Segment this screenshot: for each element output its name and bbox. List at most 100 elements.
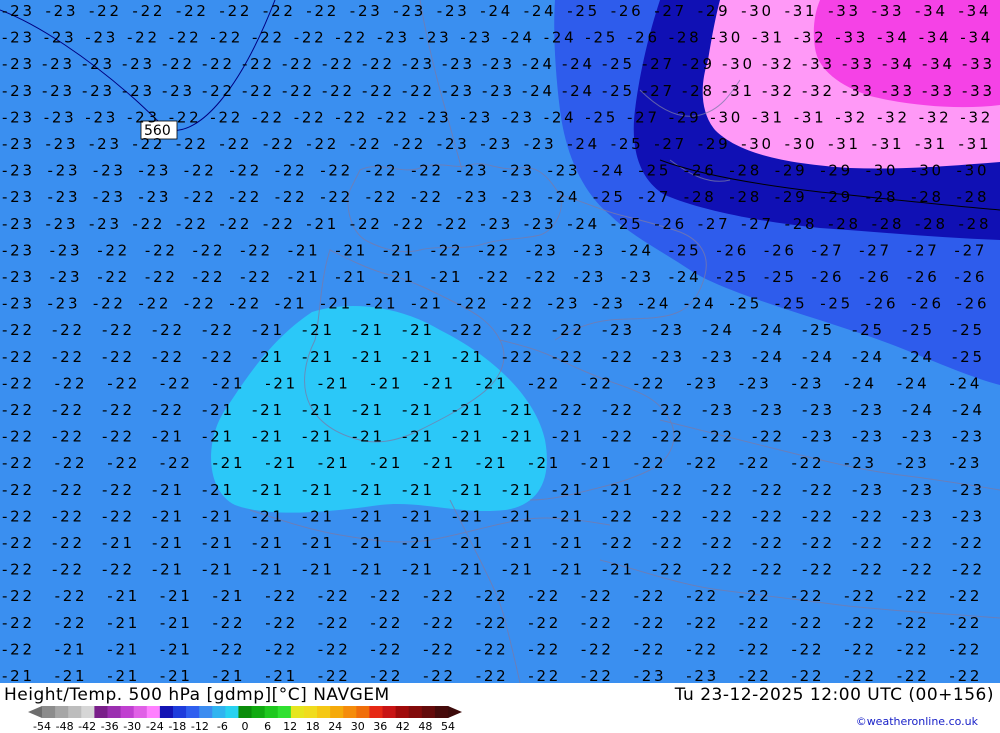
temp-label: -21 [383, 241, 413, 259]
temp-label: -22 [89, 2, 119, 20]
temp-label: -22 [184, 162, 214, 180]
temp-label: -22 [242, 82, 272, 100]
temp-label: -21 [402, 481, 432, 499]
temp-label: -22 [852, 534, 882, 552]
temp-label: -21 [202, 428, 232, 446]
temp-label: -22 [52, 561, 82, 579]
temp-label: -21 [352, 428, 382, 446]
temp-label: -29 [669, 108, 699, 126]
temp-label: -26 [907, 268, 937, 286]
temp-label: -22 [2, 321, 32, 339]
temp-label: -21 [275, 295, 305, 313]
temp-label: -22 [739, 667, 769, 683]
temp-label: -22 [2, 428, 32, 446]
legend-swatch [159, 706, 174, 718]
temp-label: -27 [638, 188, 668, 206]
temp-label: -21 [202, 561, 232, 579]
temp-label: -22 [97, 241, 127, 259]
temp-label: -21 [107, 667, 137, 683]
temp-label: -21 [352, 481, 382, 499]
temp-label: -21 [288, 241, 318, 259]
temp-label: -22 [240, 268, 270, 286]
temp-label: -30 [710, 29, 740, 47]
temp-label: -26 [812, 268, 842, 286]
temp-label: -21 [160, 614, 190, 632]
legend-swatch [251, 706, 266, 718]
temp-label: -22 [107, 374, 137, 392]
temp-label: -22 [335, 29, 365, 47]
temp-label: -34 [959, 2, 989, 20]
temp-label: -22 [792, 454, 822, 472]
temp-label: -22 [752, 507, 782, 525]
temp-label: -22 [210, 108, 240, 126]
temp-label: -25 [593, 188, 623, 206]
temp-label: -21 [402, 428, 432, 446]
temp-label: -29 [698, 2, 728, 20]
temp-label: -22 [229, 295, 259, 313]
temp-label: -25 [669, 241, 699, 259]
credit-link[interactable]: ©weatheronline.co.uk [856, 715, 978, 728]
temp-label: -23 [2, 55, 32, 73]
temp-label: -25 [820, 295, 850, 313]
temp-label: -21 [318, 454, 348, 472]
temp-label: -30 [785, 135, 815, 153]
temp-label: -22 [526, 268, 556, 286]
temp-label: -21 [366, 295, 396, 313]
temp-label: -21 [213, 667, 243, 683]
temp-label: -23 [802, 401, 832, 419]
legend-swatch [133, 706, 148, 718]
temp-label: -24 [752, 321, 782, 339]
legend-swatch [238, 706, 253, 718]
temp-label: -22 [602, 507, 632, 525]
temp-label: -22 [306, 135, 336, 153]
temp-label: -24 [844, 374, 874, 392]
temp-label: -24 [480, 2, 510, 20]
temp-label: -23 [122, 82, 152, 100]
temp-label: -23 [46, 2, 76, 20]
temp-label: -22 [318, 587, 348, 605]
temp-label: -21 [370, 454, 400, 472]
valid-time: Tu 23-12-2025 12:00 UTC (00+156) [674, 685, 994, 705]
temp-label: -21 [502, 507, 532, 525]
temp-label: -23 [526, 241, 556, 259]
temp-label: -21 [152, 534, 182, 552]
legend-swatch [264, 706, 279, 718]
temp-label: -21 [502, 534, 532, 552]
temp-label: -24 [949, 374, 979, 392]
temp-label: -22 [739, 454, 769, 472]
temp-label: -21 [107, 614, 137, 632]
temp-label: -23 [393, 2, 423, 20]
temp-label: -32 [835, 108, 865, 126]
temp-label: -29 [820, 188, 850, 206]
temp-label: -22 [702, 428, 732, 446]
temp-label: -22 [318, 640, 348, 658]
temp-label: -28 [872, 215, 902, 233]
temp-label: -22 [320, 162, 350, 180]
temp-label: -24 [902, 348, 932, 366]
temp-label: -22 [213, 614, 243, 632]
temp-label: -22 [528, 614, 558, 632]
temp-label: -23 [482, 55, 512, 73]
temp-label: -21 [55, 667, 85, 683]
temp-label: -22 [2, 561, 32, 579]
temp-label: -21 [402, 401, 432, 419]
temp-label: -31 [915, 135, 945, 153]
temp-label: -23 [138, 162, 168, 180]
legend-tick-label: -42 [78, 720, 96, 732]
temp-label: -22 [202, 55, 232, 73]
temp-label: -21 [107, 587, 137, 605]
temp-label: -23 [480, 135, 510, 153]
temp-label: -21 [202, 534, 232, 552]
legend-swatch [277, 706, 292, 718]
temp-label: -22 [370, 587, 400, 605]
temp-label: -28 [959, 215, 989, 233]
temp-label: -21 [302, 561, 332, 579]
temp-label: -22 [362, 55, 392, 73]
temp-label: -22 [652, 428, 682, 446]
temp-label: -21 [102, 534, 132, 552]
temp-label: -28 [911, 188, 941, 206]
temp-label: -21 [320, 295, 350, 313]
temp-label: -23 [792, 374, 822, 392]
legend-swatch [434, 706, 449, 718]
temp-label: -22 [52, 401, 82, 419]
